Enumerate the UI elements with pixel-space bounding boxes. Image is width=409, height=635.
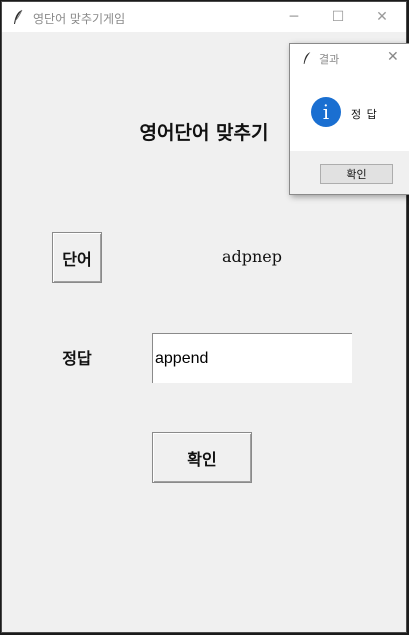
dialog-message: 정 답 <box>351 108 378 121</box>
close-button[interactable]: ✕ <box>360 2 404 32</box>
minimize-button[interactable]: ─ <box>272 2 316 32</box>
dialog-title-bar[interactable]: 결과 ✕ <box>290 44 409 72</box>
window-title: 영단어 맞추기게임 <box>33 12 126 26</box>
word-button[interactable]: 단어 <box>52 232 102 283</box>
dialog-title: 결과 <box>319 53 340 66</box>
info-icon: i <box>311 97 341 127</box>
confirm-button[interactable]: 확인 <box>152 432 252 483</box>
dialog-ok-button[interactable]: 확인 <box>320 164 393 184</box>
maximize-button[interactable]: ☐ <box>316 2 360 32</box>
feather-icon <box>303 52 311 64</box>
result-dialog: 결과 ✕ i 정 답 확인 <box>289 43 409 195</box>
maximize-icon: ☐ <box>331 9 345 25</box>
close-icon: ✕ <box>376 9 388 25</box>
answer-label: 정답 <box>62 349 92 368</box>
scrambled-word: adpnep <box>221 247 283 266</box>
dialog-close-icon[interactable]: ✕ <box>387 49 399 65</box>
dialog-body: i 정 답 <box>290 72 409 151</box>
answer-input[interactable] <box>152 333 352 383</box>
feather-icon <box>14 9 23 24</box>
title-bar[interactable]: 영단어 맞추기게임 ─ ☐ ✕ <box>2 2 406 32</box>
minimize-icon: ─ <box>289 9 299 25</box>
